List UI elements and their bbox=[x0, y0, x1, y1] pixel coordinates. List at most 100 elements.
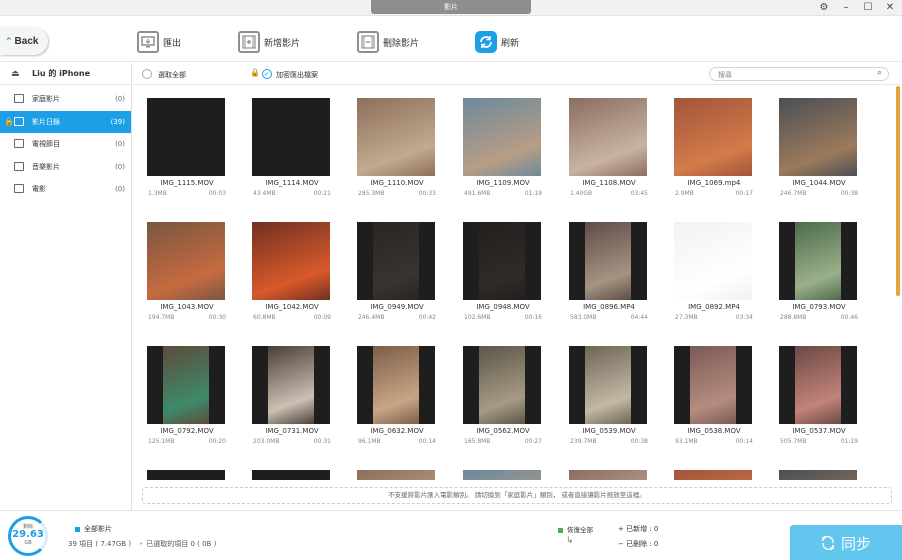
video-thumbnail[interactable] bbox=[357, 470, 435, 480]
add-video-button[interactable]: 新增影片 bbox=[238, 30, 300, 54]
sync-button[interactable]: 同步 bbox=[790, 525, 902, 560]
delete-video-button[interactable]: 刪除影片 bbox=[357, 30, 419, 54]
video-thumbnail[interactable] bbox=[779, 98, 857, 176]
video-meta: 203.0MB 00:31 bbox=[252, 438, 332, 445]
video-meta: 125.1MB 00:20 bbox=[147, 438, 227, 445]
video-meta: 491.6MB 01:19 bbox=[463, 190, 543, 197]
video-filename: IMG_0632.MOV bbox=[370, 427, 424, 435]
video-item[interactable]: IMG_1042.MOV 60.8MB 00:09 bbox=[252, 222, 332, 321]
video-duration: 00:20 bbox=[208, 438, 226, 445]
restore-all-button[interactable]: 恢復全部 bbox=[558, 524, 593, 534]
video-item[interactable]: IMG_1109.MOV 491.6MB 01:19 bbox=[463, 98, 543, 197]
sidebar-item-home-videos[interactable]: 家庭影片 (0) bbox=[0, 88, 131, 111]
video-item[interactable] bbox=[569, 470, 649, 480]
video-item[interactable]: IMG_0539.MOV 239.7MB 00:38 bbox=[569, 346, 649, 445]
video-thumbnail[interactable] bbox=[463, 98, 541, 176]
select-all-checkbox[interactable] bbox=[142, 69, 152, 79]
video-meta: 583.0MB 04:44 bbox=[569, 314, 649, 321]
video-thumbnail[interactable] bbox=[463, 222, 541, 300]
video-item[interactable]: IMG_1108.MOV 1.40GB 03:45 bbox=[569, 98, 649, 197]
video-thumbnail[interactable] bbox=[674, 470, 752, 480]
sidebar-item-tv-shows[interactable]: 電視節目 (0) bbox=[0, 133, 131, 156]
video-thumbnail[interactable] bbox=[147, 222, 225, 300]
video-meta: 96.1MB 00:14 bbox=[357, 438, 437, 445]
minimize-icon[interactable]: – bbox=[840, 2, 852, 14]
encrypt-export-checkbox[interactable]: ✓ bbox=[262, 69, 272, 79]
video-item[interactable]: IMG_1115.MOV 1.3MB 00:03 bbox=[147, 98, 227, 197]
video-item[interactable]: IMG_0793.MOV 288.8MB 00:46 bbox=[779, 222, 859, 321]
video-item[interactable]: IMG_0792.MOV 125.1MB 00:20 bbox=[147, 346, 227, 445]
video-item[interactable]: IMG_1110.MOV 285.3MB 00:33 bbox=[357, 98, 437, 197]
lock-icon: 🔒 bbox=[250, 68, 260, 77]
video-item[interactable]: IMG_0632.MOV 96.1MB 00:14 bbox=[357, 346, 437, 445]
video-item[interactable]: IMG_0562.MOV 165.8MB 00:27 bbox=[463, 346, 543, 445]
video-item[interactable]: IMG_1069.mp4 2.9MB 00:17 bbox=[674, 98, 754, 197]
thumbnail-image bbox=[569, 98, 647, 176]
video-duration: 00:17 bbox=[735, 190, 753, 197]
video-size: 239.7MB bbox=[570, 438, 597, 445]
video-thumbnail[interactable] bbox=[674, 222, 752, 300]
video-filename: IMG_1043.MOV bbox=[160, 303, 214, 311]
video-item[interactable] bbox=[357, 470, 437, 480]
video-item[interactable]: IMG_0896.MP4 583.0MB 04:44 bbox=[569, 222, 649, 321]
sidebar-item-movies[interactable]: 電影 (0) bbox=[0, 178, 131, 201]
video-thumbnail[interactable] bbox=[779, 346, 857, 424]
sidebar-item-music-videos[interactable]: 音樂影片 (0) bbox=[0, 156, 131, 179]
video-thumbnail[interactable] bbox=[674, 346, 752, 424]
search-input[interactable]: 搜尋 ⌕ bbox=[709, 67, 889, 81]
device-header[interactable]: ⏏ Liu 的 iPhone bbox=[0, 63, 131, 85]
video-item[interactable]: IMG_1043.MOV 194.7MB 00:30 bbox=[147, 222, 227, 321]
video-item[interactable]: IMG_0537.MOV 505.7MB 01:19 bbox=[779, 346, 859, 445]
encrypt-export-label[interactable]: 加密匯出檔案 bbox=[276, 70, 318, 80]
video-item[interactable] bbox=[147, 470, 227, 480]
video-item[interactable] bbox=[779, 470, 859, 480]
video-item[interactable] bbox=[674, 470, 754, 480]
video-item[interactable] bbox=[252, 470, 332, 480]
maximize-icon[interactable]: ☐ bbox=[862, 2, 874, 14]
video-thumbnail[interactable] bbox=[252, 98, 330, 176]
export-button[interactable]: 匯出 bbox=[137, 30, 181, 54]
search-icon[interactable]: ⌕ bbox=[877, 68, 882, 78]
video-item[interactable]: IMG_0892.MP4 27.3MB 03:34 bbox=[674, 222, 754, 321]
video-thumbnail[interactable] bbox=[252, 346, 330, 424]
video-thumbnail[interactable] bbox=[357, 98, 435, 176]
select-all-label[interactable]: 選取全部 bbox=[158, 70, 186, 80]
video-thumbnail[interactable] bbox=[779, 222, 857, 300]
video-thumbnail[interactable] bbox=[147, 470, 225, 480]
video-thumbnail[interactable] bbox=[147, 346, 225, 424]
video-size: 583.0MB bbox=[570, 314, 597, 321]
sidebar-item-camera-roll[interactable]: 🔒 影片日錄 (39) bbox=[0, 110, 131, 133]
video-item[interactable] bbox=[463, 470, 543, 480]
back-button[interactable]: ⌃ Back bbox=[0, 27, 48, 55]
video-item[interactable]: IMG_1044.MOV 246.7MB 00:38 bbox=[779, 98, 859, 197]
video-thumbnail[interactable] bbox=[569, 222, 647, 300]
video-thumbnail[interactable] bbox=[357, 346, 435, 424]
video-thumbnail[interactable] bbox=[252, 222, 330, 300]
video-thumbnail[interactable] bbox=[569, 470, 647, 480]
video-thumbnail[interactable] bbox=[569, 346, 647, 424]
settings-gear-icon[interactable]: ⚙ bbox=[818, 2, 830, 14]
video-item[interactable]: IMG_1114.MOV 43.4MB 00:21 bbox=[252, 98, 332, 197]
video-meta: 43.4MB 00:21 bbox=[252, 190, 332, 197]
scrollbar[interactable] bbox=[896, 86, 900, 296]
video-item[interactable]: IMG_0538.MOV 93.1MB 00:14 bbox=[674, 346, 754, 445]
refresh-button[interactable]: 刷新 bbox=[475, 30, 519, 54]
video-item[interactable]: IMG_0949.MOV 246.4MB 00:42 bbox=[357, 222, 437, 321]
video-thumbnail[interactable] bbox=[357, 222, 435, 300]
video-thumbnail[interactable] bbox=[252, 470, 330, 480]
window-controls: ⚙ – ☐ ✕ bbox=[818, 2, 896, 14]
video-item[interactable]: IMG_0731.MOV 203.0MB 00:31 bbox=[252, 346, 332, 445]
close-icon[interactable]: ✕ bbox=[884, 2, 896, 14]
video-thumbnail[interactable] bbox=[463, 470, 541, 480]
video-thumbnail[interactable] bbox=[147, 98, 225, 176]
video-filename: IMG_1115.MOV bbox=[160, 179, 214, 187]
video-thumbnail[interactable] bbox=[779, 470, 857, 480]
eject-icon[interactable]: ⏏ bbox=[11, 63, 20, 85]
video-thumbnail[interactable] bbox=[569, 98, 647, 176]
video-size: 246.7MB bbox=[780, 190, 807, 197]
video-item[interactable]: IMG_0948.MOV 102.6MB 00:16 bbox=[463, 222, 543, 321]
video-thumbnail[interactable] bbox=[463, 346, 541, 424]
video-meta: 102.6MB 00:16 bbox=[463, 314, 543, 321]
video-thumbnail[interactable] bbox=[674, 98, 752, 176]
video-meta: 165.8MB 00:27 bbox=[463, 438, 543, 445]
